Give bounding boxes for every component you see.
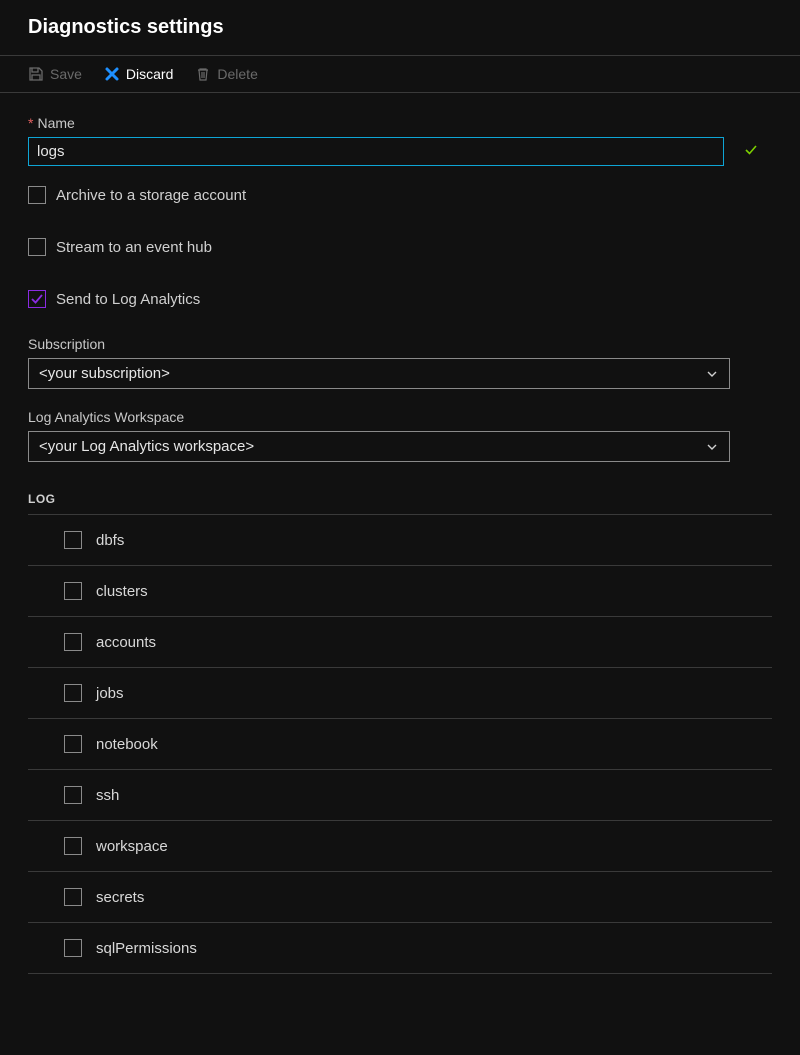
checkbox-icon — [64, 531, 82, 549]
log-row[interactable]: dbfs — [28, 515, 772, 566]
chevron-down-icon — [705, 367, 719, 381]
content: *Name Archive to a storage account Strea… — [0, 93, 800, 996]
archive-label: Archive to a storage account — [56, 187, 246, 204]
log-row[interactable]: workspace — [28, 821, 772, 872]
log-section-title: LOG — [28, 492, 772, 506]
delete-button[interactable]: Delete — [195, 66, 257, 82]
checkbox-icon — [64, 786, 82, 804]
log-label: workspace — [96, 838, 168, 855]
workspace-value: <your Log Analytics workspace> — [39, 438, 254, 455]
discard-label: Discard — [126, 66, 173, 82]
send-label: Send to Log Analytics — [56, 291, 200, 308]
subscription-label: Subscription — [28, 336, 772, 352]
log-label: sqlPermissions — [96, 940, 197, 957]
discard-button[interactable]: Discard — [104, 66, 173, 82]
log-label: accounts — [96, 634, 156, 651]
log-label: secrets — [96, 889, 144, 906]
log-label: notebook — [96, 736, 158, 753]
checkbox-checked-icon — [28, 290, 46, 308]
workspace-select[interactable]: <your Log Analytics workspace> — [28, 431, 730, 462]
close-icon — [104, 66, 120, 82]
checkbox-icon — [28, 186, 46, 204]
page-title: Diagnostics settings — [28, 16, 772, 39]
log-list: dbfs clusters accounts jobs notebook ssh… — [28, 514, 772, 974]
delete-label: Delete — [217, 66, 257, 82]
log-row[interactable]: clusters — [28, 566, 772, 617]
send-checkbox-row[interactable]: Send to Log Analytics — [28, 290, 772, 308]
save-label: Save — [50, 66, 82, 82]
log-label: jobs — [96, 685, 124, 702]
name-label: *Name — [28, 115, 772, 131]
checkbox-icon — [64, 837, 82, 855]
subscription-value: <your subscription> — [39, 365, 170, 382]
stream-label: Stream to an event hub — [56, 239, 212, 256]
checkbox-icon — [64, 888, 82, 906]
toolbar: Save Discard Delete — [0, 56, 800, 93]
checkbox-icon — [64, 582, 82, 600]
checkbox-icon — [64, 735, 82, 753]
log-row[interactable]: ssh — [28, 770, 772, 821]
log-row[interactable]: secrets — [28, 872, 772, 923]
name-input-wrapper — [28, 137, 772, 166]
log-label: ssh — [96, 787, 119, 804]
save-button[interactable]: Save — [28, 66, 82, 82]
chevron-down-icon — [705, 440, 719, 454]
subscription-select[interactable]: <your subscription> — [28, 358, 730, 389]
log-row[interactable]: notebook — [28, 719, 772, 770]
save-icon — [28, 66, 44, 82]
trash-icon — [195, 66, 211, 82]
log-row[interactable]: sqlPermissions — [28, 923, 772, 974]
workspace-label: Log Analytics Workspace — [28, 409, 772, 425]
archive-checkbox-row[interactable]: Archive to a storage account — [28, 186, 772, 204]
checkbox-icon — [64, 684, 82, 702]
checkbox-icon — [28, 238, 46, 256]
stream-checkbox-row[interactable]: Stream to an event hub — [28, 238, 772, 256]
required-star-icon: * — [28, 115, 33, 131]
checkmark-icon — [744, 143, 758, 161]
header: Diagnostics settings — [0, 0, 800, 56]
log-row[interactable]: accounts — [28, 617, 772, 668]
name-input[interactable] — [28, 137, 724, 166]
checkbox-icon — [64, 633, 82, 651]
log-label: dbfs — [96, 532, 124, 549]
checkbox-icon — [64, 939, 82, 957]
log-label: clusters — [96, 583, 148, 600]
log-row[interactable]: jobs — [28, 668, 772, 719]
